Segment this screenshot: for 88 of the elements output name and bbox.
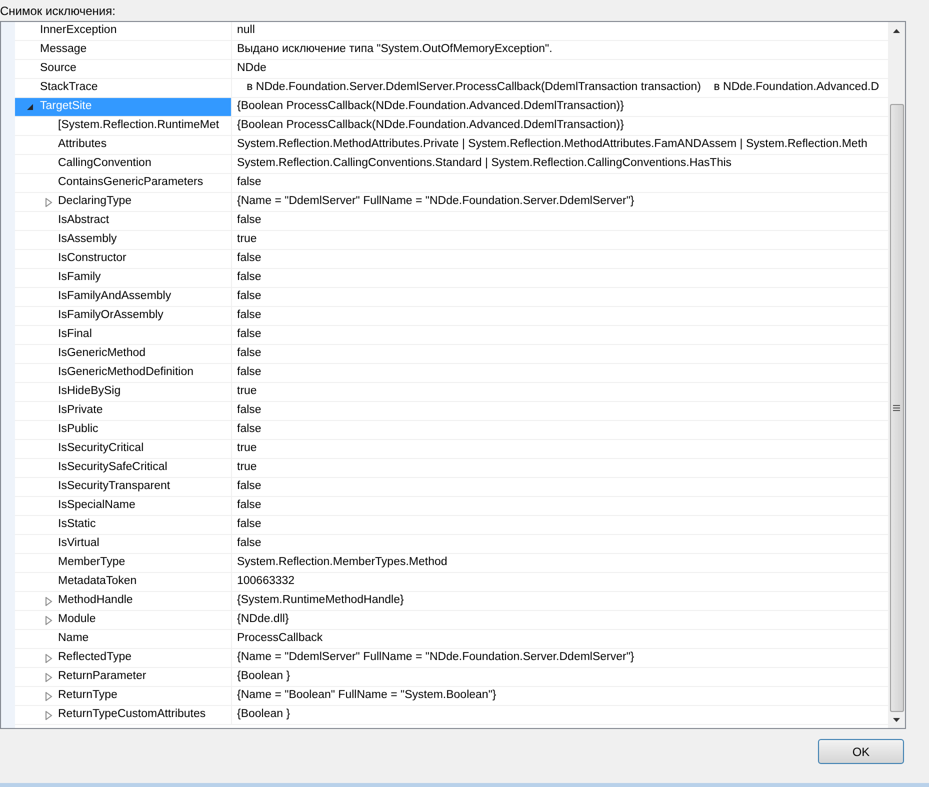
- property-name-cell[interactable]: IsPrivate: [15, 402, 232, 420]
- property-value-cell-text: System.Reflection.MethodAttributes.Private | System.Reflection.MethodAttributes.FamANDAssem | System.Reflection.Meth: [236, 137, 868, 152]
- property-value-cell-text: {System.RuntimeMethodHandle}: [236, 593, 405, 608]
- property-name-cell[interactable]: MethodHandle: [15, 592, 232, 610]
- property-name-cell[interactable]: [System.Reflection.RuntimeMet: [15, 117, 232, 135]
- vertical-scrollbar[interactable]: [888, 22, 905, 728]
- collapse-triangle-icon[interactable]: [27, 102, 35, 112]
- property-value-cell-text: false: [236, 270, 262, 286]
- expand-triangle-icon[interactable]: [45, 596, 53, 606]
- property-name-cell[interactable]: ReturnType: [15, 687, 232, 705]
- scroll-up-icon[interactable]: [893, 29, 900, 33]
- property-value-cell-text: false: [236, 346, 262, 362]
- property-name-cell[interactable]: MemberType: [15, 554, 232, 572]
- property-name-cell[interactable]: IsGenericMethod: [15, 345, 232, 363]
- property-name-cell[interactable]: IsGenericMethodDefinition: [15, 364, 232, 382]
- property-value-cell-text: {Boolean }: [236, 669, 292, 684]
- expand-triangle-icon[interactable]: [45, 616, 53, 624]
- property-value-cell-text: null: [236, 23, 256, 38]
- property-value-cell-text: {Boolean ProcessCallback(NDde.Foundation.Advanced.DdemlTransaction)}: [236, 99, 625, 114]
- property-value-cell-text: false: [236, 308, 262, 324]
- property-value-cell-text: false: [236, 213, 262, 228]
- property-name-cell[interactable]: ContainsGenericParameters: [15, 174, 232, 192]
- property-name-cell[interactable]: IsSpecialName: [15, 497, 232, 515]
- property-name-cell[interactable]: IsSecurityTransparent: [15, 478, 232, 496]
- section-caption: Снимок исключения:: [0, 2, 116, 20]
- scroll-down-icon[interactable]: [893, 718, 900, 722]
- expand-triangle-icon[interactable]: [45, 198, 53, 206]
- property-value-cell-text: Выдано исключение типа "System.OutOfMemoryException".: [236, 42, 554, 58]
- property-value-cell-text: false: [236, 498, 262, 514]
- property-value-cell-text: NDde: [236, 61, 268, 76]
- property-name-cell[interactable]: IsFamilyAndAssembly: [15, 288, 232, 306]
- property-value-cell-text: true: [236, 441, 258, 456]
- property-value-cell-text: {Boolean }: [236, 707, 292, 722]
- property-value-cell-text: {Name = "DdemlServer" FullName = "NDde.Foundation.Server.DdemlServer"}: [236, 650, 636, 666]
- property-value-cell-text: {Name = "DdemlServer" FullName = "NDde.Foundation.Server.DdemlServer"}: [236, 194, 636, 210]
- property-value-cell-text: System.Reflection.MemberTypes.Method: [236, 555, 448, 570]
- expand-triangle-icon[interactable]: [45, 692, 53, 700]
- property-name-cell[interactable]: IsFamily: [15, 269, 232, 287]
- property-name-cell[interactable]: IsSecurityCritical: [15, 440, 232, 458]
- property-name-cell[interactable]: IsAssembly: [15, 231, 232, 249]
- property-name-cell[interactable]: ReturnParameter: [15, 668, 232, 686]
- property-value-cell-text: false: [236, 289, 262, 304]
- property-name-cell[interactable]: Attributes: [15, 136, 232, 154]
- property-value-cell-text: в NDde.Foundation.Server.DdemlServer.ProcessCallback(DdemlTransaction transaction) в NDde.Foundation.Advanced.D: [246, 80, 880, 96]
- property-value-cell-text: false: [236, 175, 262, 190]
- property-name-cell[interactable]: Name: [15, 630, 232, 648]
- property-value-cell-text: false: [236, 517, 262, 532]
- expand-triangle-icon[interactable]: [45, 710, 53, 720]
- grip-icon: [893, 405, 900, 411]
- property-value-cell-text: false: [236, 327, 262, 342]
- property-value-cell-text: {Boolean ProcessCallback(NDde.Foundation.Advanced.DdemlTransaction)}: [236, 118, 625, 134]
- property-name-cell[interactable]: IsAbstract: [15, 212, 232, 230]
- property-value-cell-text: System.Reflection.CallingConventions.Standard | System.Reflection.CallingConventions.HasThis: [236, 156, 733, 172]
- expand-triangle-icon[interactable]: [45, 672, 53, 682]
- property-name-cell[interactable]: IsFinal: [15, 326, 232, 344]
- property-value-cell-text: true: [236, 384, 258, 400]
- property-value-cell-text: false: [236, 422, 262, 438]
- property-value-cell-text: false: [236, 403, 262, 418]
- property-name-cell[interactable]: IsVirtual: [15, 535, 232, 553]
- property-name-cell[interactable]: MetadataToken: [15, 573, 232, 591]
- property-value-cell-text: false: [236, 251, 262, 266]
- property-name-cell[interactable]: ReturnTypeCustomAttributes: [15, 706, 232, 724]
- property-name-cell[interactable]: Module: [15, 611, 232, 629]
- property-name-cell[interactable]: InnerException: [15, 22, 232, 40]
- property-name-cell[interactable]: IsHideBySig: [15, 383, 232, 401]
- property-name-cell[interactable]: IsPublic: [15, 421, 232, 439]
- property-name-cell[interactable]: IsConstructor: [15, 250, 232, 268]
- scrollbar-thumb[interactable]: [890, 104, 904, 712]
- property-name-cell[interactable]: CallingConvention: [15, 155, 232, 173]
- property-value-cell-text: {Name = "Boolean" FullName = "System.Boolean"}: [236, 688, 498, 704]
- property-value-cell-text: {NDde.dll}: [236, 612, 290, 628]
- property-value-cell-text: 100663332: [236, 574, 296, 590]
- property-value-cell-text: true: [236, 460, 258, 476]
- property-name-cell[interactable]: Source: [15, 60, 232, 78]
- expand-triangle-icon[interactable]: [45, 654, 53, 662]
- property-name-cell[interactable]: DeclaringType: [15, 193, 232, 211]
- property-name-cell[interactable]: IsSecuritySafeCritical: [15, 459, 232, 477]
- property-name-cell[interactable]: StackTrace: [15, 79, 232, 97]
- property-value-cell-text: false: [236, 536, 262, 552]
- property-value-cell-text: false: [236, 365, 262, 380]
- property-value-cell-text: false: [236, 479, 262, 494]
- property-name-cell[interactable]: ReflectedType: [15, 649, 232, 667]
- property-name-cell[interactable]: IsStatic: [15, 516, 232, 534]
- property-name-cell[interactable]: IsFamilyOrAssembly: [15, 307, 232, 325]
- property-value-cell-text: ProcessCallback: [236, 631, 324, 646]
- property-value-cell-text: true: [236, 232, 258, 248]
- property-name-cell[interactable]: Message: [15, 41, 232, 59]
- ok-button[interactable]: OK: [818, 739, 904, 764]
